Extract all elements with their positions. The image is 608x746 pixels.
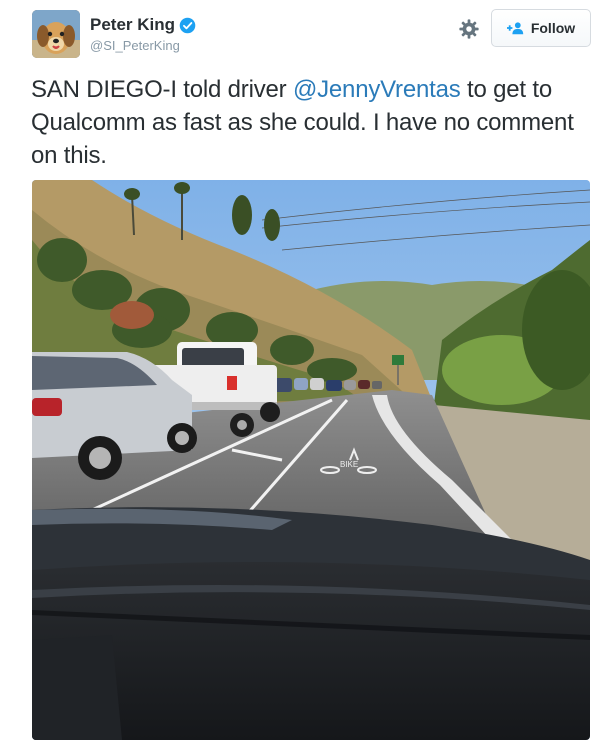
traffic-photo: BIKE	[32, 180, 590, 740]
user-handle[interactable]: @SI_PeterKing	[90, 38, 180, 53]
avatar[interactable]	[32, 10, 80, 58]
tweet-card: Peter King @SI_PeterKing Follow SAN DIEG…	[0, 0, 608, 746]
user-name-row[interactable]: Peter King	[90, 15, 196, 35]
mention-link[interactable]: @JennyVrentas	[293, 76, 461, 103]
dog-avatar-icon	[32, 10, 80, 58]
verified-badge-icon	[179, 17, 196, 33]
follow-label: Follow	[530, 20, 576, 36]
user-name[interactable]: Peter King	[90, 15, 175, 35]
tweet-photo[interactable]: BIKE	[32, 180, 590, 740]
gear-icon[interactable]	[458, 18, 480, 40]
tweet-text-before: SAN DIEGO-I told driver	[31, 76, 293, 103]
follow-button[interactable]: Follow	[491, 9, 591, 47]
tweet-text: SAN DIEGO-I told driver @JennyVrentas to…	[31, 73, 581, 172]
add-user-icon	[506, 22, 524, 35]
bike-lane-marking: BIKE	[340, 460, 358, 469]
